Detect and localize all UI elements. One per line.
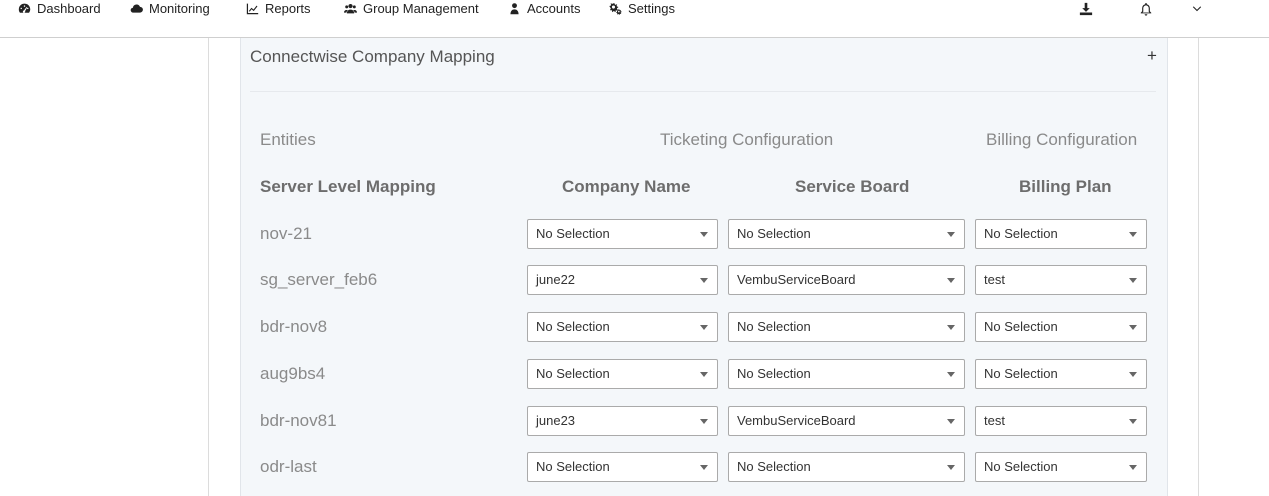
caret-down-icon: [1129, 325, 1137, 330]
download-button[interactable]: [1079, 0, 1093, 17]
select-value: No Selection: [737, 366, 811, 381]
service-board-select[interactable]: VembuServiceBoard: [728, 406, 965, 436]
user-menu-toggle[interactable]: [1191, 0, 1203, 17]
caret-down-icon: [947, 419, 955, 424]
caret-down-icon: [1129, 232, 1137, 237]
caret-down-icon: [947, 465, 955, 470]
company-select[interactable]: No Selection: [527, 219, 718, 249]
column-billing-plan: Billing Plan: [1019, 177, 1112, 196]
select-value: No Selection: [737, 226, 811, 241]
section-entities: Entities: [260, 130, 316, 149]
column-company-name: Company Name: [562, 177, 691, 196]
nav-group-management[interactable]: Group Management: [344, 0, 479, 17]
caret-down-icon: [1129, 372, 1137, 377]
caret-down-icon: [1129, 419, 1137, 424]
select-value: test: [984, 413, 1005, 428]
nav-label: Settings: [628, 1, 675, 16]
server-name: nov-21: [260, 224, 312, 243]
billing-plan-select[interactable]: No Selection: [975, 312, 1147, 342]
server-name: aug9bs4: [260, 364, 326, 383]
select-value: No Selection: [737, 459, 811, 474]
nav-label: Reports: [265, 1, 311, 16]
server-name: sg_server_feb6: [260, 270, 378, 289]
caret-down-icon: [947, 325, 955, 330]
select-value: VembuServiceBoard: [737, 413, 856, 428]
billing-plan-select[interactable]: test: [975, 406, 1147, 436]
caret-down-icon: [700, 465, 708, 470]
server-name: odr-last: [260, 457, 317, 476]
nav-label: Group Management: [363, 1, 479, 16]
select-value: june22: [536, 272, 576, 287]
caret-down-icon: [1129, 278, 1137, 283]
nav-accounts[interactable]: Accounts: [508, 0, 580, 17]
caret-down-icon: [700, 232, 708, 237]
select-value: No Selection: [984, 319, 1058, 334]
billing-plan-select[interactable]: No Selection: [975, 219, 1147, 249]
cloud-icon: [130, 4, 143, 13]
notifications-button[interactable]: [1139, 0, 1153, 17]
select-value: No Selection: [984, 226, 1058, 241]
select-value: june23: [536, 413, 576, 428]
column-server-mapping: Server Level Mapping: [260, 177, 436, 196]
billing-plan-select[interactable]: No Selection: [975, 359, 1147, 389]
caret-down-icon: [700, 325, 708, 330]
billing-plan-select[interactable]: test: [975, 265, 1147, 295]
nav-label: Monitoring: [149, 1, 210, 16]
company-select[interactable]: june23: [527, 406, 718, 436]
select-value: No Selection: [536, 366, 610, 381]
nav-monitoring[interactable]: Monitoring: [130, 0, 210, 17]
service-board-select[interactable]: No Selection: [728, 219, 965, 249]
service-board-select[interactable]: No Selection: [728, 359, 965, 389]
nav-settings[interactable]: Settings: [609, 0, 675, 17]
panel-divider: [250, 91, 1156, 92]
expand-toggle-button[interactable]: +: [1145, 47, 1159, 65]
company-select[interactable]: No Selection: [527, 359, 718, 389]
nav-label: Accounts: [527, 1, 581, 16]
nav-label: Dashboard: [37, 1, 101, 16]
billing-plan-select[interactable]: No Selection: [975, 452, 1147, 482]
section-ticketing: Ticketing Configuration: [660, 130, 834, 149]
users-icon: [344, 3, 357, 14]
company-select[interactable]: No Selection: [527, 452, 718, 482]
select-value: No Selection: [536, 459, 610, 474]
caret-down-icon: [700, 278, 708, 283]
service-board-select[interactable]: No Selection: [728, 312, 965, 342]
top-navigation: Dashboard Monitoring Reports Group Manag…: [0, 0, 1269, 38]
caret-down-icon: [700, 372, 708, 377]
line-chart-icon: [246, 3, 259, 15]
service-board-select[interactable]: No Selection: [728, 452, 965, 482]
gears-icon: [609, 3, 622, 15]
select-value: No Selection: [984, 366, 1058, 381]
select-value: No Selection: [536, 226, 610, 241]
select-value: No Selection: [984, 459, 1058, 474]
download-icon: [1079, 2, 1093, 15]
column-service-board: Service Board: [795, 177, 910, 196]
caret-down-icon: [700, 419, 708, 424]
select-value: VembuServiceBoard: [737, 272, 856, 287]
caret-down-icon: [947, 232, 955, 237]
company-select[interactable]: No Selection: [527, 312, 718, 342]
nav-reports[interactable]: Reports: [246, 0, 311, 17]
caret-down-icon: [947, 372, 955, 377]
bell-icon: [1140, 2, 1152, 16]
select-value: No Selection: [737, 319, 811, 334]
nav-dashboard[interactable]: Dashboard: [18, 0, 101, 17]
service-board-select[interactable]: VembuServiceBoard: [728, 265, 965, 295]
company-select[interactable]: june22: [527, 265, 718, 295]
select-value: No Selection: [536, 319, 610, 334]
caret-down-icon: [1129, 465, 1137, 470]
server-name: bdr-nov8: [260, 317, 328, 336]
server-name: bdr-nov81: [260, 411, 337, 430]
caret-down-icon: [947, 278, 955, 283]
chevron-down-icon: [1192, 5, 1202, 11]
dashboard-icon: [18, 3, 31, 13]
user-icon: [510, 3, 519, 15]
select-value: test: [984, 272, 1005, 287]
panel-title: Connectwise Company Mapping: [250, 47, 495, 66]
section-billing: Billing Configuration: [986, 130, 1138, 149]
